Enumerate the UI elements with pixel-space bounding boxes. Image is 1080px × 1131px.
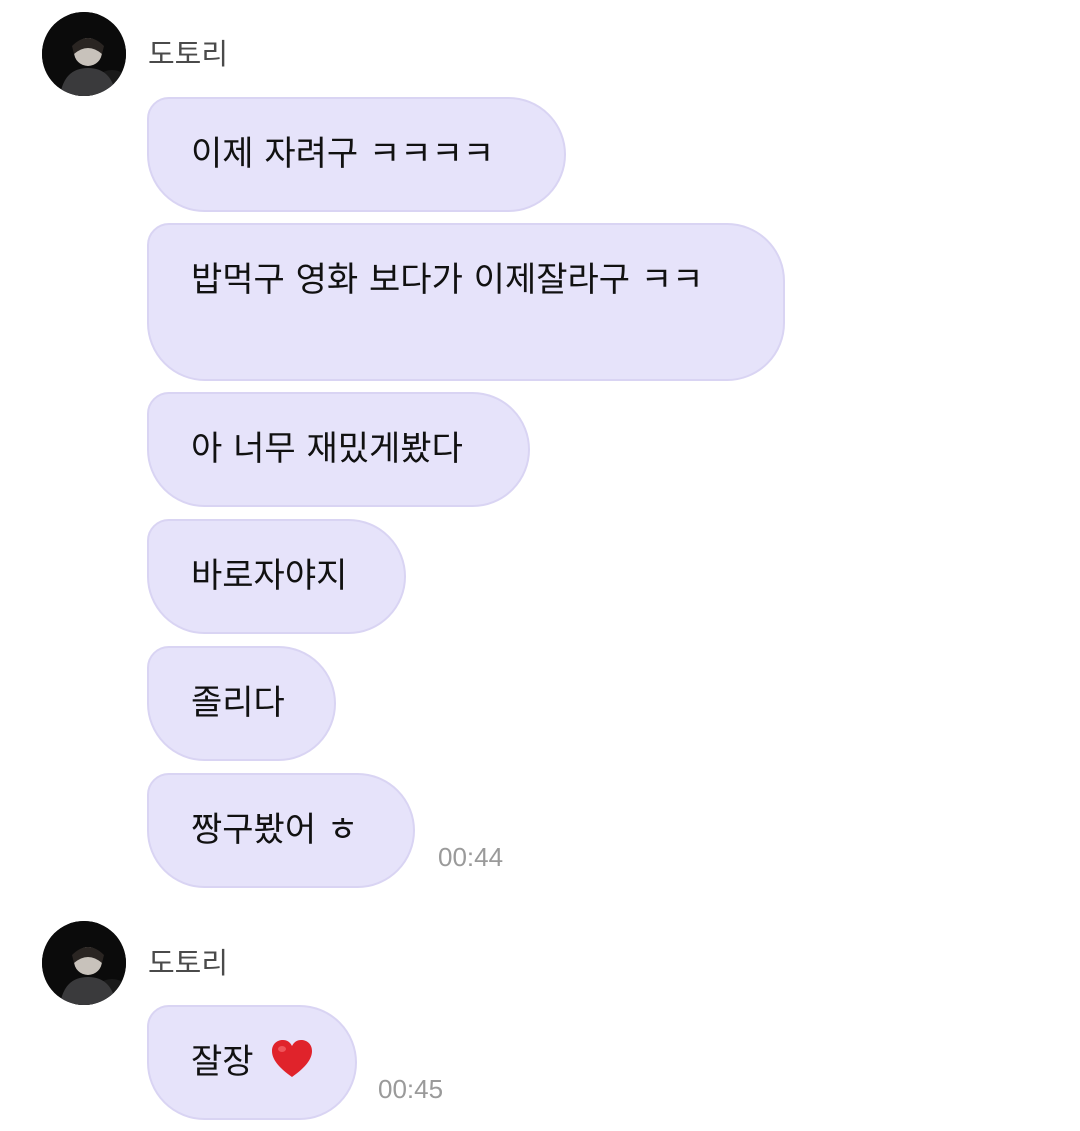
- message-bubble[interactable]: 바로자야지: [147, 519, 406, 634]
- timestamp: 00:45: [378, 1074, 444, 1104]
- red-heart-icon: [270, 1039, 314, 1097]
- message-bubble[interactable]: 밥먹구 영화 보다가 이제잘라구 ㅋㅋ: [147, 223, 785, 381]
- message-text: 잘장: [191, 1042, 254, 1082]
- message-text: 짱구봤어 ㅎ: [191, 810, 359, 850]
- message-bubble[interactable]: 짱구봤어 ㅎ: [147, 773, 415, 888]
- message-bubble[interactable]: 이제 자려구 ㅋㅋㅋㅋ: [147, 97, 566, 212]
- avatar[interactable]: [42, 921, 126, 1005]
- avatar[interactable]: [42, 12, 126, 96]
- message-bubble[interactable]: 잘장: [147, 1005, 357, 1120]
- message-text: 졸리다: [191, 683, 285, 723]
- sender-name: 도토리: [148, 37, 229, 71]
- message-text: 아 너무 재밌게봤다: [191, 429, 463, 469]
- message-bubble[interactable]: 졸리다: [147, 646, 336, 761]
- sender-name: 도토리: [148, 946, 229, 980]
- message-text: 바로자야지: [191, 556, 348, 596]
- message-bubble[interactable]: 아 너무 재밌게봤다: [147, 392, 530, 507]
- message-text: 이제 자려구 ㅋㅋㅋㅋ: [191, 134, 495, 174]
- timestamp: 00:44: [438, 842, 504, 872]
- message-text: 밥먹구 영화 보다가 이제잘라구 ㅋㅋ: [191, 260, 704, 300]
